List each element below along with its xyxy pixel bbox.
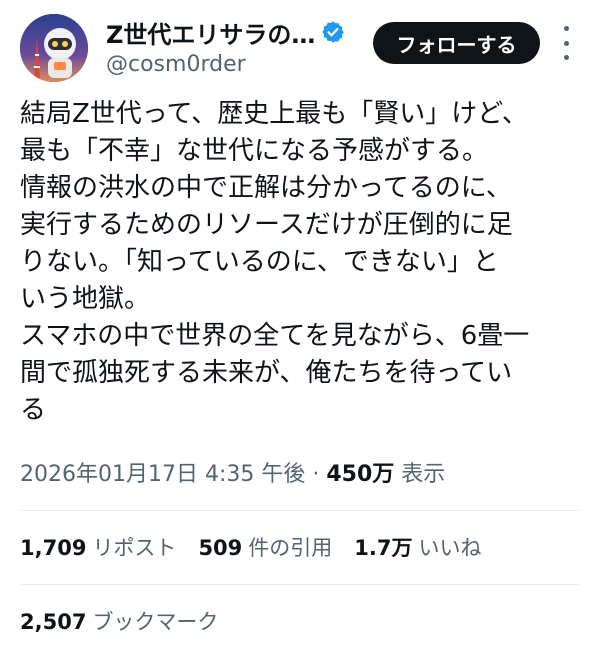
views-count: 450万 [326, 462, 395, 487]
user-name-block: Z世代エリサラの… @cosm0rder [106, 16, 345, 77]
likes-label: いいね [418, 536, 482, 560]
likes-stat[interactable]: 1.7万 いいね [354, 532, 481, 562]
tweet-meta: 2026年01月17日 4:35 午後 · 450万 表示 [20, 456, 445, 488]
tweet-header: Z世代エリサラの… @cosm0rder フォローする [0, 0, 600, 96]
quotes-count: 509 [198, 536, 243, 560]
more-options-icon[interactable] [556, 26, 576, 60]
views-label: 表示 [394, 462, 446, 487]
divider [20, 510, 580, 511]
engagement-stats: 1,709 リポスト 509 件の引用 1.7万 いいね [20, 532, 503, 562]
divider [20, 584, 580, 585]
reposts-stat[interactable]: 1,709 リポスト [20, 532, 176, 562]
avatar[interactable] [20, 14, 88, 82]
reposts-count: 1,709 [20, 536, 87, 560]
bookmarks-stat[interactable]: 2,507 ブックマーク [20, 606, 218, 636]
likes-count: 1.7万 [354, 536, 413, 560]
user-handle[interactable]: @cosm0rder [106, 52, 345, 77]
quotes-label: 件の引用 [248, 536, 333, 560]
tweet-timestamp[interactable]: 2026年01月17日 4:35 午後 [20, 462, 305, 487]
tweet-text: 結局Z世代って、歴史上最も「賢い」けど、 最も「不幸」な世代になる予感がする。 … [20, 99, 530, 425]
avatar-illustration [20, 14, 88, 82]
display-name[interactable]: Z世代エリサラの… [106, 15, 315, 50]
follow-button[interactable]: フォローする [373, 22, 540, 64]
reposts-label: リポスト [92, 536, 177, 560]
display-name-row: Z世代エリサラの… [106, 15, 345, 50]
meta-separator: · [305, 462, 327, 487]
quotes-stat[interactable]: 509 件の引用 [198, 532, 332, 562]
bookmarks-count: 2,507 [20, 610, 87, 634]
bookmarks-label: ブックマーク [92, 610, 219, 634]
verified-badge-icon [321, 20, 345, 44]
